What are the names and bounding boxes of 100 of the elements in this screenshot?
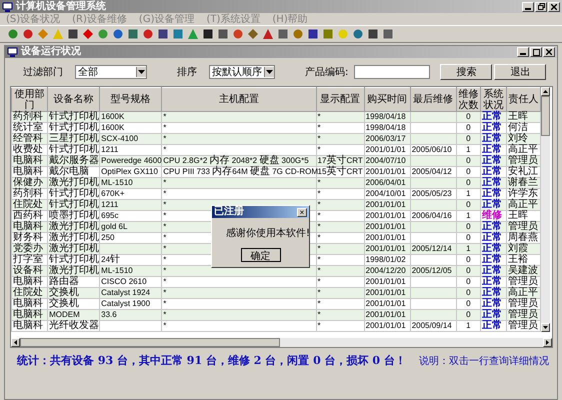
- close-button[interactable]: [543, 47, 555, 57]
- square-icon: [128, 29, 138, 39]
- status-cell: 正常: [480, 122, 506, 134]
- table-cell: 保健办: [12, 178, 48, 188]
- table-cell: 交换机: [48, 288, 100, 298]
- product-code-label: 产品编码:: [305, 66, 348, 79]
- triangle-icon: [52, 29, 62, 39]
- left-arrow-icon: [14, 340, 17, 345]
- table-cell: *: [162, 276, 316, 288]
- status-cell: 正常: [480, 222, 506, 232]
- table-cell: *: [162, 178, 316, 188]
- toolbar-button[interactable]: [66, 28, 79, 40]
- maximize-button[interactable]: [530, 47, 542, 57]
- table-cell: 住院处: [12, 200, 48, 210]
- computer-icon: [2, 2, 13, 12]
- product-code-field[interactable]: [354, 65, 430, 79]
- square-icon: [368, 29, 378, 39]
- close-button[interactable]: ×: [297, 208, 307, 216]
- column-header[interactable]: 使用部门: [12, 88, 48, 112]
- up-arrow-icon: [543, 90, 548, 93]
- status-cell: 正常: [480, 288, 506, 298]
- scroll-thumb[interactable]: [20, 338, 280, 347]
- table-cell: 戴尔电脑: [48, 166, 100, 178]
- square-icon: [68, 29, 78, 39]
- table-cell: 电脑科: [12, 320, 48, 332]
- table-cell: *: [162, 320, 316, 332]
- action-button[interactable]: 搜索: [440, 64, 492, 80]
- hint-text: 说明：双击一行查询详细情况: [419, 354, 549, 368]
- table-cell: 王晖: [506, 112, 540, 122]
- column-header[interactable]: 主机配置: [162, 88, 316, 112]
- table-cell: 针式打印机: [48, 200, 100, 210]
- status-cell: 正常: [480, 166, 506, 178]
- child-window-title: 设备运行状况: [21, 46, 81, 58]
- status-cell: 正常: [480, 254, 506, 266]
- department-dropdown[interactable]: 全部: [75, 65, 147, 79]
- table-cell: 党委办: [12, 244, 48, 254]
- vertical-scrollbar[interactable]: [541, 87, 550, 332]
- column-header[interactable]: 设备名称: [48, 88, 100, 112]
- table-cell: 打字室: [12, 254, 48, 266]
- sort-dropdown[interactable]: 按默认顺序: [209, 65, 275, 79]
- table-cell: 电脑科: [12, 222, 48, 232]
- restore-icon: [538, 3, 544, 10]
- minimize-button[interactable]: [517, 47, 529, 57]
- column-header[interactable]: 系统状况: [480, 88, 506, 112]
- column-header[interactable]: 维修次数: [456, 88, 480, 112]
- sort-label: 排序: [177, 66, 197, 79]
- square-icon: [278, 29, 288, 39]
- horizontal-scrollbar[interactable]: [11, 338, 552, 347]
- toolbar-button[interactable]: [201, 28, 214, 40]
- toolbar-button[interactable]: [306, 28, 319, 40]
- summary-text: 统计：共有设备 93 台，其中正常 91 台，维修 2 台，闲置 0 台，损坏 0 台！: [17, 353, 406, 368]
- table-cell: CPU PIII 733 内存64M 硬盘 7G CD-ROM: [162, 166, 316, 178]
- toolbar-button[interactable]: [156, 28, 169, 40]
- table-cell: 电脑科: [12, 310, 48, 320]
- status-cell: 正常: [480, 310, 506, 320]
- status-cell: 维修: [480, 210, 506, 222]
- status-cell: 正常: [480, 188, 506, 200]
- diamond-icon: [38, 29, 48, 39]
- table-cell: *: [162, 134, 316, 144]
- table-cell: 管理员: [506, 156, 540, 166]
- table-cell: *: [162, 112, 316, 122]
- column-header[interactable]: 责任人: [506, 88, 540, 112]
- computer-icon: [7, 47, 18, 57]
- status-cell: 正常: [480, 320, 506, 332]
- toolbar-button[interactable]: [216, 28, 229, 40]
- square-icon: [382, 29, 392, 39]
- minimize-button[interactable]: [522, 2, 534, 12]
- column-header[interactable]: 显示配置: [316, 88, 364, 112]
- close-icon: [551, 4, 557, 10]
- table-cell: 周春燕: [506, 232, 540, 244]
- table-cell: 电脑科: [12, 298, 48, 310]
- close-button[interactable]: [548, 2, 560, 12]
- circle-icon: [142, 29, 152, 39]
- table-cell: CPU 2.8G*2 内存 2048*2 硬盘 300G*5: [162, 156, 316, 166]
- table-cell: 针式打印机: [48, 112, 100, 122]
- table-cell: 路由器: [48, 276, 100, 288]
- caret-icon: [266, 70, 273, 74]
- table-cell: 24针: [100, 254, 162, 266]
- table-cell: 吴建波: [506, 266, 540, 276]
- table-cell: 西药科: [12, 210, 48, 222]
- square-icon: [202, 29, 212, 39]
- action-button[interactable]: 退出: [494, 64, 546, 80]
- table-cell: 管理员: [506, 222, 540, 232]
- square-icon: [172, 29, 182, 39]
- column-header[interactable]: 最后维修: [410, 88, 456, 112]
- down-arrow-icon: [543, 326, 548, 329]
- restore-button[interactable]: [535, 2, 547, 12]
- table-cell: 电脑科: [12, 276, 48, 288]
- circle-icon: [232, 29, 242, 39]
- status-cell: 正常: [480, 232, 506, 244]
- ok-button[interactable]: 确定: [240, 248, 280, 262]
- toolbar-button[interactable]: [366, 28, 379, 40]
- table-cell: 高正平: [506, 288, 540, 298]
- circle-icon: [8, 29, 18, 39]
- column-header[interactable]: 型号规格: [100, 88, 162, 112]
- diamond-icon: [248, 29, 258, 39]
- scroll-thumb[interactable]: [541, 96, 550, 136]
- caret-icon: [138, 70, 145, 74]
- department-label: 过滤部门: [23, 66, 63, 79]
- column-header[interactable]: 购买时间: [364, 88, 410, 112]
